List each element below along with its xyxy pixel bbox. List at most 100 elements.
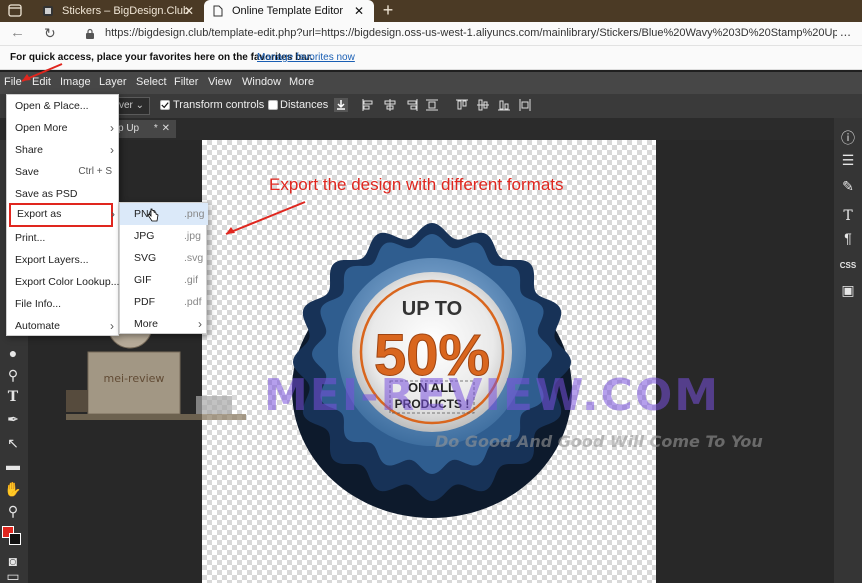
image-icon[interactable]: ▣	[838, 280, 858, 300]
format-label: PDF	[134, 296, 155, 308]
url-field[interactable]: https://bigdesign.club/template-edit.php…	[105, 27, 837, 39]
menu-item-label: Save as PSD	[15, 188, 78, 200]
menu-item-open-place[interactable]: Open & Place...	[7, 95, 120, 117]
format-label: JPG	[134, 230, 155, 242]
distances-checkbox[interactable]	[268, 100, 278, 110]
zoom-tool-icon[interactable]: ⚲	[4, 502, 22, 520]
chevron-right-icon: ›	[110, 121, 114, 135]
tab-actions-icon[interactable]	[4, 3, 26, 19]
menu-item-share[interactable]: Share ›	[7, 139, 120, 161]
menu-item-label: Print...	[15, 232, 46, 244]
export-pdf[interactable]: PDF .pdf	[120, 291, 208, 313]
format-label: SVG	[134, 252, 157, 264]
export-gif[interactable]: GIF .gif	[120, 269, 208, 291]
menu-item-export-layers[interactable]: Export Layers...	[7, 249, 120, 271]
new-tab-button[interactable]: +	[378, 0, 398, 22]
menu-item-file-info[interactable]: File Info...	[7, 293, 120, 315]
export-more[interactable]: More ›	[120, 313, 208, 335]
menu-item-label: Automate	[15, 320, 60, 332]
css-icon[interactable]: CSS	[838, 256, 858, 276]
tab-online-template-editor[interactable]: Online Template Editor ✕	[204, 0, 374, 22]
hand-cursor-icon	[147, 208, 159, 222]
document-tab-label: p Up	[118, 123, 140, 134]
distances-label: Distances	[280, 99, 329, 111]
info-icon[interactable]: ⓘ	[838, 128, 858, 148]
menu-window[interactable]: Window	[242, 76, 281, 88]
align-center-icon[interactable]	[383, 98, 397, 112]
browser-tab-strip: Stickers – BigDesign.Club ✕ Online Templ…	[0, 0, 862, 22]
options-bar: ver ⌄ Transform controls Distances	[0, 94, 862, 118]
menu-item-open-more[interactable]: Open More ›	[7, 117, 120, 139]
align-top-icon[interactable]	[455, 98, 469, 112]
menu-file[interactable]: File	[4, 76, 22, 88]
file-menu: Open & Place... Open More › Share › Save Ct…	[6, 94, 119, 336]
menu-image[interactable]: Image	[60, 76, 91, 88]
menu-item-export-color-lookup[interactable]: Export Color Lookup...	[7, 271, 120, 293]
menu-filter[interactable]: Filter	[174, 76, 198, 88]
format-extension: .pdf	[184, 296, 202, 308]
menu-item-save-as-psd[interactable]: Save as PSD	[7, 183, 120, 205]
align-middle-icon[interactable]	[476, 98, 490, 112]
menu-view[interactable]: View	[208, 76, 232, 88]
distribute-vertical-icon[interactable]	[518, 98, 532, 112]
refresh-icon[interactable]: ↻	[44, 25, 60, 41]
magnifier-tool-icon[interactable]: ⚲	[4, 366, 22, 384]
text-tool-icon[interactable]: T	[4, 388, 22, 406]
menu-layer[interactable]: Layer	[99, 76, 127, 88]
layer-select-value: ver	[119, 100, 133, 111]
menu-item-label: Export Layers...	[15, 254, 89, 266]
annotation-text: Export the design with different formats	[269, 175, 564, 194]
check-icon	[161, 102, 169, 109]
export-svg[interactable]: SVG .svg	[120, 247, 208, 269]
distribute-icon[interactable]	[425, 98, 439, 112]
path-select-tool-icon[interactable]: ↖	[4, 434, 22, 452]
paragraph-icon[interactable]: ¶	[838, 228, 858, 248]
back-arrow-icon[interactable]: ←	[10, 25, 26, 41]
screen-mode-icon[interactable]: ▭	[4, 569, 22, 583]
transform-controls-checkbox[interactable]	[160, 100, 170, 110]
document-tabs-bar: p Up * ✕	[0, 118, 862, 140]
mascot-label: mei-review	[104, 372, 165, 385]
menu-item-automate[interactable]: Automate ›	[7, 315, 120, 337]
close-tab-icon[interactable]: ✕	[184, 4, 194, 18]
close-document-icon[interactable]: ✕	[162, 120, 170, 138]
menu-select[interactable]: Select	[136, 76, 167, 88]
drop-tool-icon[interactable]: ●	[4, 344, 22, 362]
brush-icon[interactable]: ✎	[838, 176, 858, 196]
align-bottom-icon[interactable]	[497, 98, 511, 112]
menu-item-label: Export Color Lookup...	[15, 276, 120, 288]
pen-tool-icon[interactable]: ✒	[4, 410, 22, 428]
close-tab-icon[interactable]: ✕	[354, 4, 364, 18]
lock-icon[interactable]	[84, 28, 96, 40]
right-panel: ⓘ ☰ ✎ T ¶ CSS ▣	[834, 118, 862, 583]
chevron-right-icon: ›	[110, 143, 114, 157]
badge-up-to: UP TO	[402, 298, 462, 320]
chevron-right-icon: ›	[111, 207, 115, 221]
more-menu-icon[interactable]: ...	[840, 24, 851, 39]
layer-select[interactable]: ver ⌄	[116, 97, 150, 115]
export-png[interactable]: PNG .png	[120, 203, 208, 225]
download-icon[interactable]	[334, 98, 348, 112]
menu-more[interactable]: More	[289, 76, 314, 88]
hand-tool-icon[interactable]: ✋	[4, 480, 22, 498]
format-label: More	[134, 318, 158, 330]
align-left-icon[interactable]	[361, 98, 375, 112]
properties-icon[interactable]: ☰	[838, 150, 858, 170]
export-jpg[interactable]: JPG .jpg	[120, 225, 208, 247]
menu-item-print[interactable]: Print...	[7, 227, 120, 249]
tab-stickers[interactable]: Stickers – BigDesign.Club ✕	[34, 0, 204, 22]
menu-item-label: Export as	[17, 208, 62, 220]
menu-edit[interactable]: Edit	[32, 76, 51, 88]
chevron-right-icon: ›	[198, 317, 202, 331]
editor-menubar: File Edit Image Layer Select Filter View…	[0, 72, 862, 94]
background-color-swatch[interactable]	[9, 533, 21, 545]
menu-item-save[interactable]: Save Ctrl + S	[7, 161, 120, 183]
character-icon[interactable]: T	[838, 206, 858, 226]
menu-item-label: File Info...	[15, 298, 62, 310]
align-right-icon[interactable]	[405, 98, 419, 112]
rectangle-tool-icon[interactable]: ▬	[4, 456, 22, 474]
menu-item-export-as[interactable]: Export as ›	[9, 203, 115, 227]
menu-item-label: Open More	[15, 122, 68, 134]
format-extension: .gif	[184, 274, 199, 286]
manage-favorites-link[interactable]: Manage favorites now	[257, 52, 355, 63]
